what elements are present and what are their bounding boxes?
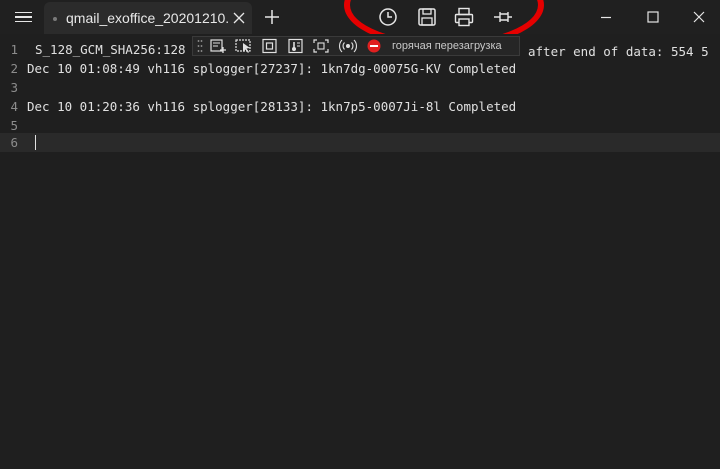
hot-reload-label[interactable]: горячая перезагрузка (392, 40, 502, 52)
line-text: Dec 10 01:08:49 vh116 splogger[27237]: 1… (27, 61, 517, 76)
minimize-icon[interactable] (596, 7, 616, 27)
add-window-icon[interactable] (208, 38, 228, 54)
hamburger-menu-icon[interactable] (6, 3, 40, 31)
notepad-window: qmail_exoffice_20201210. 1 S_128_GCM_SHA… (0, 0, 720, 469)
save-icon[interactable] (416, 6, 438, 28)
tab-title: qmail_exoffice_20201210. (66, 10, 228, 26)
line-text-tail: after end of data: 554 5 (528, 44, 709, 59)
stop-icon[interactable] (364, 38, 384, 54)
thermometer-icon[interactable] (286, 38, 306, 54)
editor-line: 4 Dec 10 01:20:36 vh116 splogger[28133]:… (0, 97, 720, 116)
pin-icon[interactable] (492, 6, 514, 28)
line-number: 2 (10, 61, 18, 76)
square-icon[interactable] (260, 38, 280, 54)
line-number: 1 (10, 42, 18, 57)
print-icon[interactable] (453, 6, 475, 28)
new-tab-icon[interactable] (262, 7, 282, 27)
text-editor[interactable]: 1 S_128_GCM_SHA256:128 2 Dec 10 01:08:49… (0, 34, 720, 469)
maximize-icon[interactable] (643, 7, 663, 27)
line-text: S_128_GCM_SHA256:128 (35, 42, 186, 57)
close-icon[interactable] (689, 7, 709, 27)
line-number: 3 (10, 80, 18, 95)
pointer-icon[interactable] (234, 38, 254, 54)
history-icon[interactable] (377, 6, 399, 28)
editor-line: 2 Dec 10 01:08:49 vh116 splogger[27237]:… (0, 59, 720, 78)
tab-close-icon[interactable] (232, 11, 246, 25)
line-number: 6 (10, 135, 18, 150)
line-text: Dec 10 01:20:36 vh116 splogger[28133]: 1… (27, 99, 517, 114)
editor-line-current: 6 (0, 133, 720, 152)
editor-line: 3 (0, 78, 720, 97)
radio-icon[interactable] (338, 38, 358, 54)
tab-modified-dot-icon (53, 17, 57, 21)
overlay-toolbar: горячая перезагрузка (192, 36, 520, 56)
file-tab[interactable]: qmail_exoffice_20201210. (44, 2, 252, 34)
title-bar: qmail_exoffice_20201210. (0, 0, 720, 48)
drag-grip-icon[interactable] (197, 39, 203, 53)
text-caret (35, 135, 36, 150)
screenshot-icon[interactable] (312, 38, 332, 54)
line-number: 4 (10, 99, 18, 114)
